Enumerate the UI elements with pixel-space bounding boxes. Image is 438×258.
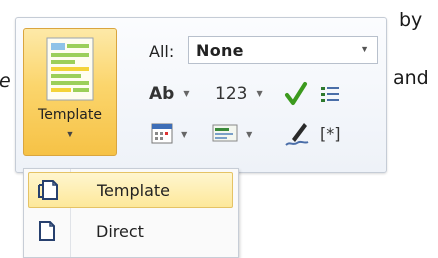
menu-item-direct[interactable]: Direct [28,214,233,250]
template-icon [46,37,94,106]
chevron-down-icon: ▼ [360,44,369,54]
field-label: [*] [320,124,341,143]
combo-field-icon [212,124,238,142]
chevron-down-icon: ▼ [246,130,253,139]
menu-item-label: Direct [96,222,144,241]
menu-item-label: Template [97,181,171,200]
all-label: All: [149,42,175,61]
checkmark-icon [285,82,307,105]
template-doc-icon [37,179,59,206]
signature-button[interactable] [284,119,310,151]
chevron-down-icon: ▼ [183,89,190,98]
background-text-fragment: e [0,70,11,92]
all-combo-box[interactable]: None ▼ [188,36,378,64]
chevron-down-icon: ▼ [256,89,263,98]
menu-item-template[interactable]: Template [28,172,233,208]
number-dropdown-button[interactable]: 123 ▼ [215,84,263,104]
calendar-icon [151,123,173,144]
checkmark-button[interactable] [284,81,308,111]
field-button[interactable]: [*] [320,124,340,143]
signature-pen-icon [285,123,309,146]
combo-field-dropdown-button[interactable]: ▼ [212,122,252,148]
template-button-label: Template [38,107,102,123]
calendar-dropdown-button[interactable]: ▼ [151,122,187,148]
list-button[interactable] [320,85,340,109]
chevron-down-icon: ▼ [65,129,75,139]
template-split-button[interactable]: Template ▼ [23,28,117,156]
background-text-by: by [399,9,423,31]
ribbon-group: Template ▼ All: None ▼ Ab ▼ 123 ▼ ▼ ▼ [*… [15,17,387,173]
number-label: 123 [215,84,248,104]
ab-label: Ab [149,84,175,104]
direct-doc-icon [36,220,58,247]
background-text-and: and [393,67,429,89]
chevron-down-icon: ▼ [181,130,188,139]
template-dropdown-menu: Template Direct [23,168,239,258]
all-combo-value: None [196,41,244,60]
ab-dropdown-button[interactable]: Ab ▼ [149,84,190,104]
numbered-list-icon [321,87,339,102]
